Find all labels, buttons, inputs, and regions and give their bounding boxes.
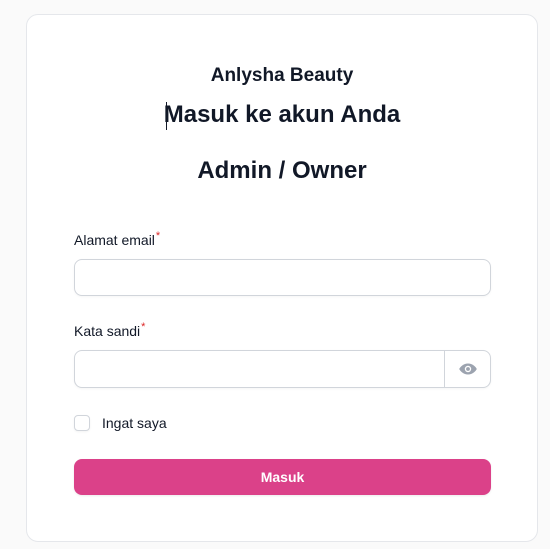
password-field-wrapper bbox=[74, 350, 491, 388]
remember-me-label[interactable]: Ingat saya bbox=[102, 415, 167, 431]
brand-name: Anlysha Beauty bbox=[210, 65, 354, 86]
password-label-text: Kata sandi bbox=[74, 323, 141, 339]
email-field[interactable] bbox=[74, 259, 491, 296]
eye-icon bbox=[458, 363, 477, 375]
login-button[interactable]: Masuk bbox=[74, 459, 491, 495]
password-label: Kata sandi* bbox=[74, 321, 146, 339]
page-subtitle: Admin / Owner bbox=[197, 157, 367, 184]
remember-me-checkbox[interactable] bbox=[74, 415, 90, 431]
password-required-mark: * bbox=[141, 321, 146, 333]
email-required-mark: * bbox=[155, 230, 161, 242]
email-label-text: Alamat email bbox=[74, 232, 155, 248]
page-title: Masuk ke akun Anda bbox=[163, 101, 401, 128]
login-card: Anlysha Beauty Masuk ke akun Anda Admin … bbox=[26, 14, 538, 542]
email-label: Alamat email* bbox=[74, 230, 161, 248]
show-password-button[interactable] bbox=[444, 351, 490, 387]
password-field[interactable] bbox=[75, 351, 446, 387]
